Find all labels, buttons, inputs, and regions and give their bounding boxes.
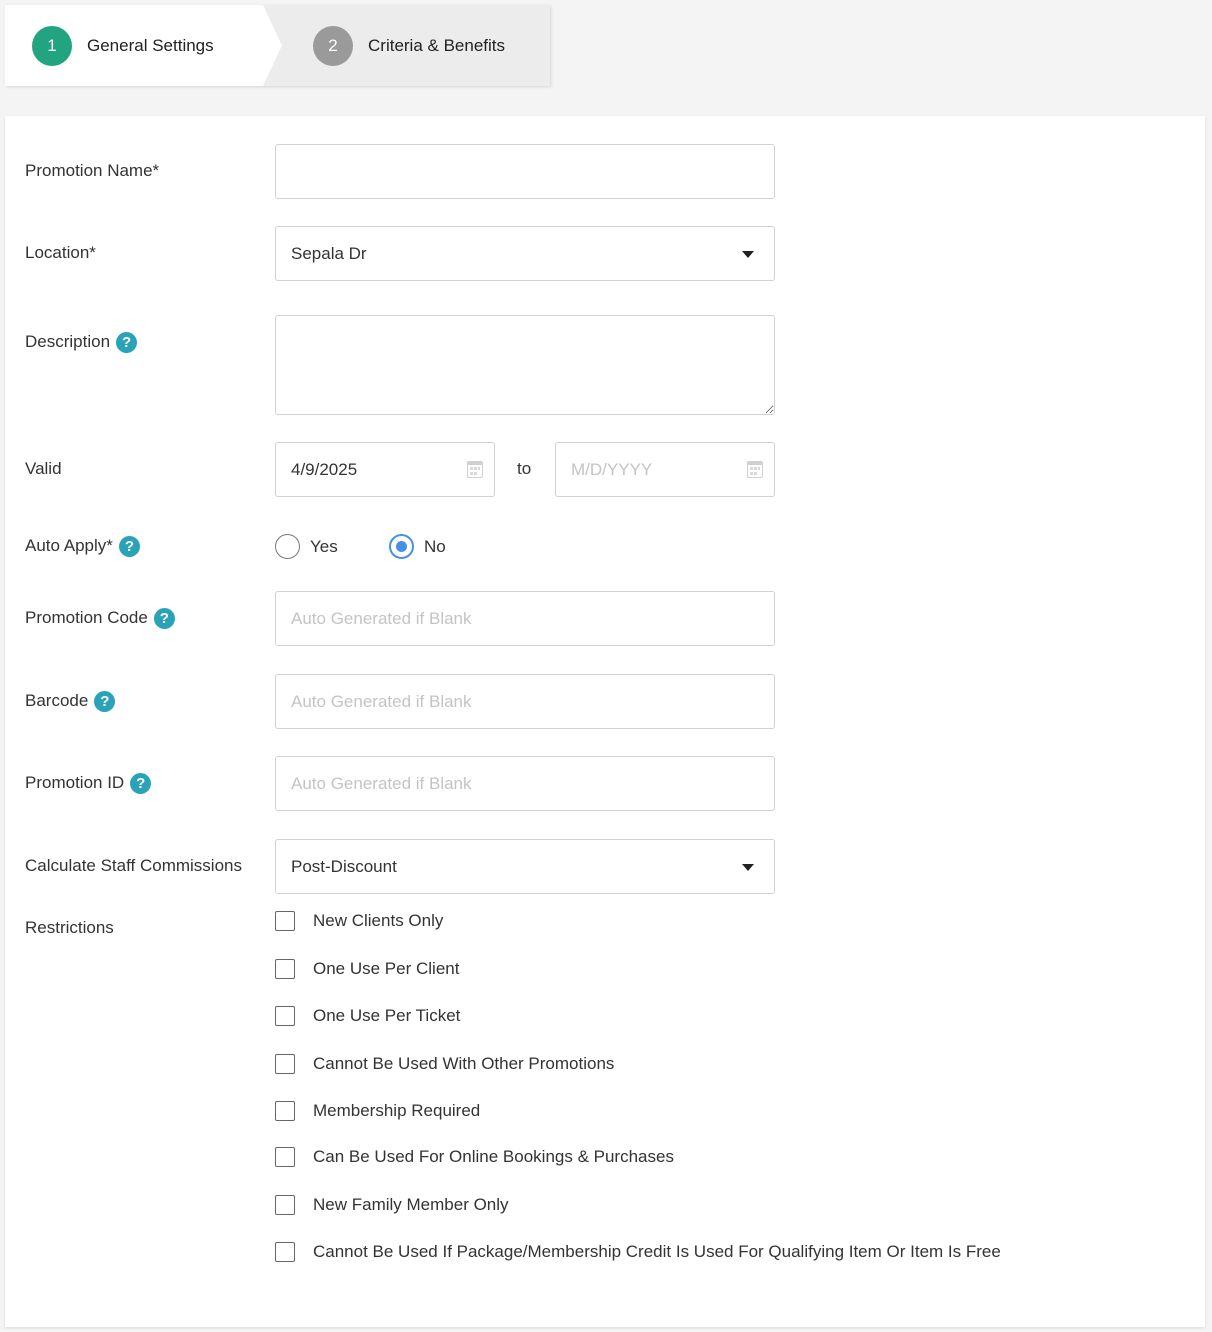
checkbox[interactable] (275, 1101, 295, 1121)
valid-from-value: 4/9/2025 (291, 459, 358, 479)
auto-apply-no-radio[interactable] (389, 534, 414, 559)
checkbox-label: Membership Required (313, 1101, 481, 1120)
auto-apply-label: Auto Apply* ? (25, 534, 140, 558)
step-number: 1 (32, 25, 72, 66)
checkbox-label: Can Be Used For Online Bookings & Purcha… (313, 1147, 674, 1166)
checkbox[interactable] (275, 1054, 295, 1074)
help-icon[interactable]: ? (94, 690, 116, 712)
step-label: General Settings (87, 35, 214, 55)
barcode-label: Barcode ? (25, 689, 116, 713)
help-icon[interactable]: ? (116, 331, 138, 353)
checkbox-label: One Use Per Ticket (313, 1006, 461, 1025)
location-label: Location* (25, 243, 96, 262)
promotion-code-input[interactable] (275, 591, 775, 646)
step-general-settings[interactable]: 1 General Settings (5, 5, 282, 86)
restriction-one-use-per-ticket[interactable]: One Use Per Ticket (275, 1004, 460, 1028)
step-label: Criteria & Benefits (368, 35, 505, 55)
staff-commissions-select[interactable]: Post-Discount (275, 839, 775, 894)
promotion-id-input[interactable] (275, 756, 775, 811)
auto-apply-yes-radio[interactable] (275, 534, 300, 559)
radio-label: Yes (310, 536, 338, 556)
caret-down-icon (742, 251, 754, 258)
restriction-new-family-member-only[interactable]: New Family Member Only (275, 1193, 509, 1217)
checkbox-label: Cannot Be Used With Other Promotions (313, 1054, 615, 1073)
help-icon[interactable]: ? (118, 535, 140, 557)
valid-to-placeholder: M/D/YYYY (571, 459, 653, 479)
restriction-online-bookings[interactable]: Can Be Used For Online Bookings & Purcha… (275, 1145, 674, 1169)
staff-commissions-value: Post-Discount (291, 856, 397, 876)
restrictions-label: Restrictions (25, 918, 114, 937)
calendar-icon[interactable] (747, 461, 763, 478)
promotion-form: Promotion Name* Location* Sepala Dr Desc… (5, 116, 1205, 1327)
location-value: Sepala Dr (291, 243, 367, 263)
staff-commissions-label: Calculate Staff Commissions (25, 856, 242, 875)
checkbox[interactable] (275, 959, 295, 979)
location-select[interactable]: Sepala Dr (275, 226, 775, 281)
restriction-package-credit[interactable]: Cannot Be Used If Package/Membership Cre… (275, 1240, 1001, 1264)
promotion-name-label: Promotion Name* (25, 161, 160, 180)
checkbox-label: Cannot Be Used If Package/Membership Cre… (313, 1242, 1001, 1261)
description-label: Description ? (25, 330, 138, 354)
restriction-membership-required[interactable]: Membership Required (275, 1099, 480, 1123)
radio-label: No (424, 536, 446, 556)
checkbox-label: New Clients Only (313, 911, 444, 930)
checkbox[interactable] (275, 1195, 295, 1215)
auto-apply-yes-option[interactable]: Yes (275, 534, 338, 559)
checkbox-label: One Use Per Client (313, 959, 460, 978)
valid-from-date-input[interactable]: 4/9/2025 (275, 442, 495, 497)
auto-apply-no-option[interactable]: No (389, 534, 446, 559)
promotion-code-label: Promotion Code ? (25, 606, 175, 630)
step-criteria-benefits[interactable]: 2 Criteria & Benefits (313, 5, 505, 86)
calendar-icon[interactable] (467, 461, 483, 478)
wizard-steps: 1 General Settings 2 Criteria & Benefits (5, 5, 550, 86)
checkbox[interactable] (275, 1006, 295, 1026)
step-number: 2 (313, 25, 353, 66)
checkbox[interactable] (275, 1242, 295, 1262)
checkbox[interactable] (275, 911, 295, 931)
checkbox[interactable] (275, 1147, 295, 1167)
description-textarea[interactable] (275, 315, 775, 415)
promotion-name-input[interactable] (275, 144, 775, 199)
promotion-id-label: Promotion ID ? (25, 771, 152, 795)
restriction-one-use-per-client[interactable]: One Use Per Client (275, 957, 459, 981)
valid-label: Valid (25, 459, 62, 478)
valid-to-label: to (517, 459, 532, 478)
restriction-new-clients-only[interactable]: New Clients Only (275, 909, 443, 933)
barcode-input[interactable] (275, 674, 775, 729)
valid-to-date-input[interactable]: M/D/YYYY (555, 442, 775, 497)
restriction-no-other-promotions[interactable]: Cannot Be Used With Other Promotions (275, 1052, 614, 1076)
caret-down-icon (742, 864, 754, 871)
checkbox-label: New Family Member Only (313, 1195, 509, 1214)
help-icon[interactable]: ? (130, 772, 152, 794)
help-icon[interactable]: ? (153, 607, 175, 629)
